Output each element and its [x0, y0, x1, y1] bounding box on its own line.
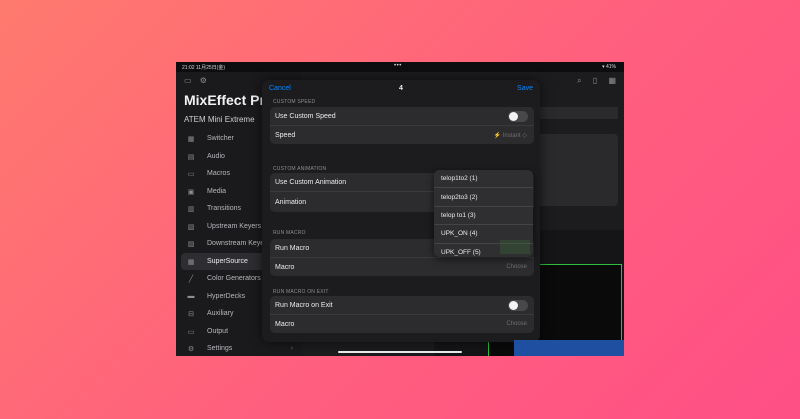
hyperdecks-icon: ▬: [187, 292, 195, 300]
preview-blue-area: [514, 340, 624, 356]
sidebar-item-label: Auxiliary: [207, 310, 234, 318]
sidebar-item-label: HyperDecks: [207, 292, 246, 300]
sidebar-item-label: Upstream Keyers: [207, 222, 262, 230]
grid-icon[interactable]: ▦: [608, 76, 616, 85]
ipad-screen: 21:02 11月25日(金) ••• ▾ 41% ▭ ⚙ MixEffect …: [176, 62, 624, 356]
audio-icon: ▤: [187, 153, 195, 161]
section-label-run-macro-exit: RUN MACRO ON EXIT: [273, 289, 329, 295]
group-run-macro-exit: Run Macro on Exit Macro Choose: [270, 296, 534, 333]
status-indicators: ▾ 41%: [602, 64, 616, 70]
settings-icon[interactable]: ⚙: [200, 76, 207, 85]
sheet-title: 4: [399, 85, 403, 92]
dropdown-option[interactable]: telop2to3 (2): [434, 187, 533, 205]
sidebar-item-label: SuperSource: [207, 257, 248, 265]
speed-row[interactable]: Speed ⚡ Instant ◇: [270, 125, 534, 144]
group-custom-speed: Use Custom Speed Speed ⚡ Instant ◇: [270, 107, 534, 144]
sidebar-item-label: Output: [207, 327, 229, 335]
sidebar-toggle-icon[interactable]: ▭: [184, 76, 192, 85]
row-label: Use Custom Animation: [275, 178, 347, 186]
sidebar-item-label: Macros: [207, 170, 230, 178]
row-label: Run Macro on Exit: [275, 301, 333, 309]
sidebar-item-label: Settings: [207, 345, 233, 353]
sheet-header: Cancel 4 Save: [262, 80, 540, 100]
row-label: Macro: [275, 320, 295, 328]
output-icon: ▭: [187, 328, 195, 336]
row-label: Animation: [275, 198, 307, 206]
home-indicator[interactable]: [338, 351, 462, 353]
upstream-keyers-icon: ▧: [187, 223, 195, 231]
main-toolbar: ⌕ ▯ ▦: [568, 76, 616, 86]
run-macro-exit-row[interactable]: Run Macro on Exit: [270, 296, 534, 314]
switcher-icon: ▦: [187, 136, 195, 144]
split-view-icon[interactable]: ▯: [593, 76, 597, 85]
macro-choose[interactable]: Choose: [506, 264, 527, 270]
search-icon[interactable]: ⌕: [577, 76, 581, 85]
status-bar: 21:02 11月25日(金) ••• ▾ 41%: [176, 62, 624, 72]
use-custom-speed-row[interactable]: Use Custom Speed: [270, 107, 534, 125]
bolt-icon: ⚡: [493, 132, 503, 139]
macro-dropdown: telop1to2 (1) telop2to3 (2) telop to1 (3…: [434, 170, 533, 257]
supersource-icon: ▦: [187, 258, 195, 266]
run-macro-exit-toggle[interactable]: [508, 300, 528, 311]
device-name: ATEM Mini Extreme: [184, 115, 255, 124]
save-button[interactable]: Save: [517, 85, 533, 92]
media-icon: ▣: [187, 188, 195, 196]
speed-value[interactable]: ⚡ Instant ◇: [494, 132, 527, 139]
sidebar-item-label: Color Generators: [207, 275, 261, 283]
multitask-dots[interactable]: •••: [394, 63, 402, 69]
dropdown-option[interactable]: telop1to2 (1): [434, 170, 533, 187]
dotted-pattern: [500, 240, 530, 254]
exit-macro-choose[interactable]: Choose: [506, 321, 527, 327]
section-label-custom-animation: CUSTOM ANIMATION: [273, 166, 327, 172]
sidebar-item-settings[interactable]: ⚙ Settings ›: [181, 340, 297, 356]
dropdown-option[interactable]: telop to1 (3): [434, 205, 533, 224]
row-label: Run Macro: [275, 244, 310, 252]
exit-macro-row[interactable]: Macro Choose: [270, 314, 534, 333]
section-label-custom-speed: CUSTOM SPEED: [273, 99, 316, 105]
sidebar-item-label: Media: [207, 187, 227, 195]
sidebar-item-label: Transitions: [207, 205, 241, 213]
section-label-run-macro: RUN MACRO: [273, 230, 306, 236]
auxiliary-icon: ⊟: [188, 311, 194, 319]
row-label: Use Custom Speed: [275, 112, 336, 120]
sidebar-toolbar: ▭ ⚙: [184, 76, 213, 85]
sidebar-item-label: Switcher: [207, 135, 234, 143]
macros-icon: ▭: [187, 171, 195, 179]
app-title: MixEffect Pro: [184, 92, 274, 108]
transitions-icon: ▥: [187, 206, 195, 214]
use-custom-speed-toggle[interactable]: [508, 111, 528, 122]
chevron-right-icon: ›: [290, 345, 293, 353]
sidebar-item-label: Audio: [207, 152, 225, 160]
sidebar-item-label: Downstream Keyers: [207, 240, 271, 248]
downstream-keyers-icon: ▨: [187, 241, 195, 249]
row-label: Macro: [275, 263, 295, 271]
status-time: 21:02 11月25日(金): [182, 65, 225, 71]
row-label: Speed: [275, 131, 296, 139]
macro-row[interactable]: Macro Choose: [270, 257, 534, 276]
color-generators-icon: ╱: [188, 276, 194, 284]
settings-icon: ⚙: [187, 346, 195, 354]
